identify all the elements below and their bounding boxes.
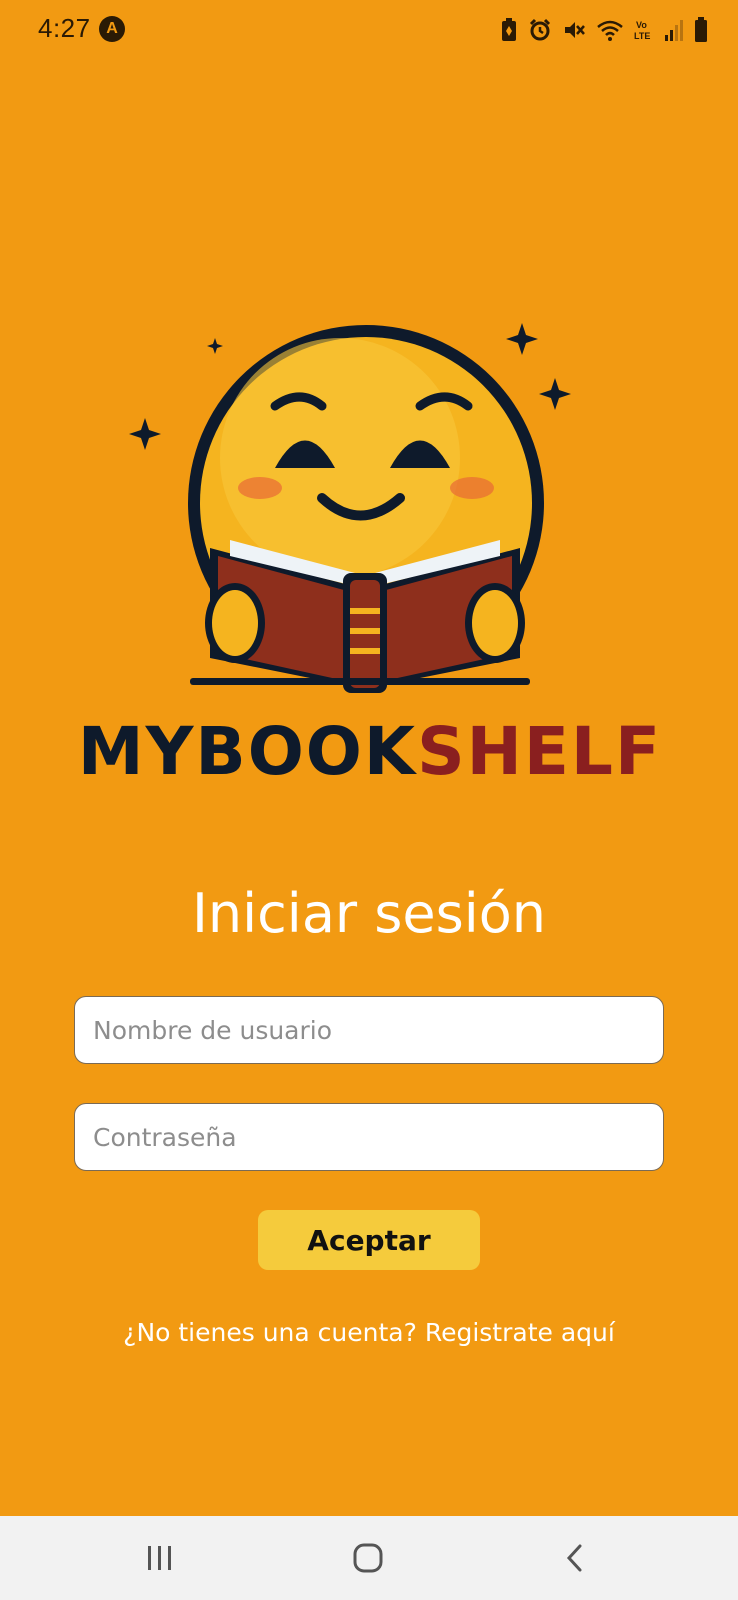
svg-text:LTE: LTE <box>634 31 650 41</box>
register-link[interactable]: ¿No tienes una cuenta? Registrate aquí <box>0 1318 738 1347</box>
svg-text:MYBOOKSHELF: MYBOOKSHELF <box>78 713 662 790</box>
recents-icon <box>148 1546 171 1570</box>
mybookshelf-logo: MYBOOKSHELF <box>78 323 662 790</box>
alarm-icon <box>529 18 551 41</box>
login-screen: 4:27 A Vo LTE MYBOOKSHELF Iniciar sesión… <box>0 0 738 1600</box>
brand-part-1: MYBOOK <box>78 713 418 790</box>
sparkle-icon <box>539 378 571 410</box>
brand-part-2: SHELF <box>417 713 662 790</box>
username-input[interactable] <box>74 996 664 1064</box>
sparkle-icon <box>207 338 223 354</box>
password-input[interactable] <box>74 1103 664 1171</box>
navigation-bar <box>0 1516 738 1600</box>
battery-icon <box>695 17 707 42</box>
volte-icon: Vo LTE <box>634 20 650 41</box>
status-time: 4:27 <box>38 13 91 43</box>
page-title: Iniciar sesión <box>191 882 547 945</box>
back-button[interactable] <box>545 1538 605 1578</box>
sparkle-icon <box>506 323 538 355</box>
recents-button[interactable] <box>130 1538 190 1578</box>
signal-icon <box>665 20 683 41</box>
battery-saver-icon <box>502 18 516 41</box>
sparkle-icon <box>129 418 161 450</box>
back-icon <box>566 1544 582 1572</box>
mute-icon <box>565 22 585 38</box>
home-icon <box>353 1543 383 1573</box>
home-button[interactable] <box>338 1538 398 1578</box>
status-bar: 4:27 A Vo LTE <box>0 0 738 60</box>
wifi-icon <box>597 20 623 41</box>
accept-button[interactable]: Aceptar <box>258 1210 480 1270</box>
svg-text:Vo: Vo <box>636 20 647 30</box>
status-icons: Vo LTE <box>500 16 708 44</box>
app-notification-icon: A <box>99 16 125 42</box>
